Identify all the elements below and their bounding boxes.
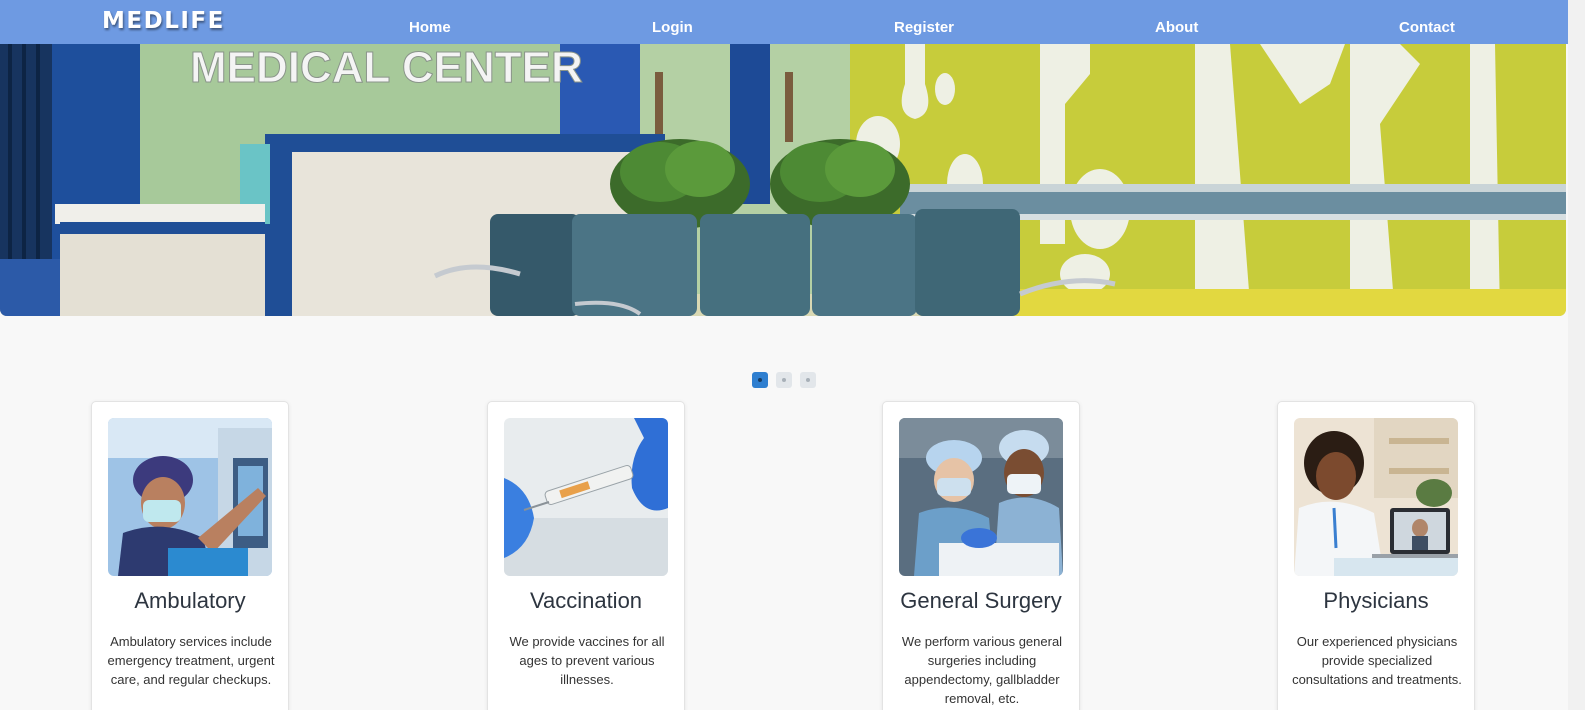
card-title: General Surgery [900, 588, 1062, 613]
nav-login[interactable]: Login [652, 19, 693, 36]
hero-image: MEDICAL CENTER [0, 44, 1566, 316]
service-card-general-surgery: General Surgery We perform various gener… [882, 401, 1080, 710]
card-title: Ambulatory [134, 588, 246, 613]
carousel-dot-1[interactable] [752, 372, 768, 388]
surgeons-image [899, 418, 1063, 576]
carousel-indicators [752, 372, 816, 388]
nav-contact[interactable]: Contact [1399, 19, 1455, 36]
card-description: Ambulatory services include emergency tr… [107, 634, 275, 687]
hero-carousel: MEDICAL CENTER [0, 44, 1566, 316]
nurse-monitor-image [108, 418, 272, 576]
carousel-dot-3[interactable] [800, 372, 816, 388]
card-description: We provide vaccines for all ages to prev… [509, 634, 665, 687]
svg-text:MEDICAL CENTER: MEDICAL CENTER [190, 44, 583, 92]
nav-register[interactable]: Register [894, 19, 954, 36]
nav-home[interactable]: Home [409, 19, 451, 36]
card-description: Our experienced physicians provide speci… [1292, 634, 1462, 687]
card-title: Vaccination [529, 588, 643, 613]
service-card-ambulatory: Ambulatory Ambulatory services include e… [91, 401, 289, 710]
card-description: We perform various general surgeries inc… [901, 634, 1063, 706]
syringe-image [504, 418, 668, 576]
brand-logo[interactable]: MEDLIFE [102, 8, 225, 34]
service-card-physicians: Physicians Our experienced physicians pr… [1277, 401, 1475, 710]
physician-laptop-image [1294, 418, 1458, 576]
carousel-dot-2[interactable] [776, 372, 792, 388]
nav-about[interactable]: About [1155, 19, 1198, 36]
navbar: MEDLIFE Home Login Register About Contac… [0, 0, 1568, 44]
page-scrollbar[interactable] [1568, 0, 1585, 710]
card-title: Physicians [1323, 588, 1429, 613]
service-card-vaccination: Vaccination We provide vaccines for all … [487, 401, 685, 710]
